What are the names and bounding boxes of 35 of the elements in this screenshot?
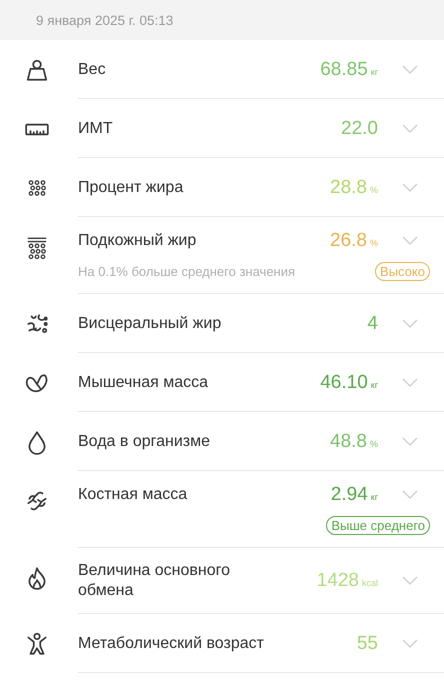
chevron-down-icon[interactable] <box>402 124 418 134</box>
metric-value: 68.85 кг <box>319 58 378 80</box>
date-time: 9 января 2025 г. 05:13 <box>36 12 174 28</box>
status-badge: Выше среднего <box>326 516 430 535</box>
metric-value: 55 <box>356 632 378 654</box>
metric-label: Вес <box>78 60 107 80</box>
chevron-down-icon[interactable] <box>402 64 418 74</box>
status-badge: Высоко <box>375 262 430 281</box>
metric-label: Величина основного обмена <box>78 561 232 601</box>
metric-value: 28.8% <box>329 176 378 198</box>
metric-label: Мышечная масса <box>78 372 210 392</box>
metric-value: 22.0 <box>340 118 378 140</box>
metric-label: Метаболический возраст <box>78 634 265 654</box>
chevron-down-icon[interactable] <box>402 638 418 648</box>
weight-icon <box>24 57 50 83</box>
metric-note: На 0.1% больше среднего значения <box>78 264 296 279</box>
metric-value: 48.8% <box>329 430 378 452</box>
chevron-down-icon[interactable] <box>402 576 418 586</box>
metric-label: ИМТ <box>78 118 114 138</box>
metric-label: Висцеральный жир <box>78 314 222 334</box>
metric-label: Вода в организме <box>78 432 212 452</box>
metric-value: 2.94 кг <box>330 484 378 506</box>
chevron-down-icon[interactable] <box>402 436 418 446</box>
metric-value: 1428 kcal <box>316 570 378 592</box>
chevron-down-icon[interactable] <box>402 318 418 328</box>
chevron-down-icon[interactable] <box>402 490 418 500</box>
metric-label: Подкожный жир <box>78 231 198 251</box>
chevron-down-icon[interactable] <box>402 236 418 246</box>
metric-label: Процент жира <box>78 178 184 198</box>
metric-value: 26.8% <box>329 230 378 252</box>
chevron-down-icon[interactable] <box>402 378 418 388</box>
metric-value: 4 <box>366 312 378 334</box>
chevron-down-icon[interactable] <box>402 182 418 192</box>
metric-label: Костная масса <box>78 485 188 505</box>
metric-value: 46.10 кг <box>319 372 378 394</box>
